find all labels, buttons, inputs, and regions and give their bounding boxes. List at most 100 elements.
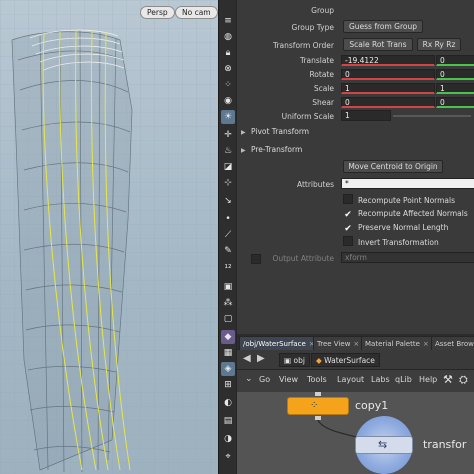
tab-material-palette[interactable]: Material Palette × <box>361 336 433 350</box>
back-arrow-icon[interactable]: ◀ <box>243 353 251 364</box>
folder-expand-icon: ▶ <box>241 147 246 154</box>
group-type-menu[interactable]: Guess from Group <box>343 20 423 33</box>
close-icon[interactable]: × <box>353 340 359 348</box>
shear-label: Shear <box>312 98 334 107</box>
tab-asset-browser[interactable]: Asset Brow <box>431 336 474 350</box>
translate-y-field[interactable]: 0 <box>436 55 474 66</box>
checkbox[interactable] <box>343 236 353 246</box>
shelf-handle-icon[interactable]: ≡ <box>221 14 235 28</box>
scale-x-field[interactable]: 1 <box>341 83 435 94</box>
eye-icon[interactable]: ◆ <box>221 330 235 344</box>
arrow-icon[interactable]: ↘ <box>221 194 235 208</box>
shaded-icon[interactable]: ◈ <box>221 362 235 376</box>
mask-icon[interactable]: ◪ <box>221 160 235 174</box>
rotate-x-field[interactable]: 0 <box>341 69 435 80</box>
scale-y-field[interactable]: 1 <box>436 83 474 94</box>
preserve-normal-length-toggle[interactable]: ✔ Preserve Normal Length <box>343 222 448 234</box>
display-icon[interactable]: ▢ <box>221 312 235 326</box>
forward-arrow-icon[interactable]: ▶ <box>257 353 265 364</box>
network-canvas[interactable]: ⁘ copy1 ⇆ transfor <box>237 392 474 474</box>
chevron-down-icon[interactable]: ⌄ <box>245 374 253 384</box>
lock-icon[interactable]: 🔒︎ <box>221 46 235 60</box>
checkbox-label: Preserve Normal Length <box>358 223 449 232</box>
attributes-field[interactable]: * <box>341 178 474 189</box>
node-input-connector[interactable] <box>315 392 321 396</box>
lamp-icon[interactable]: ◐ <box>221 396 235 410</box>
persp-button[interactable]: Persp <box>140 6 175 19</box>
menu-help[interactable]: Help <box>419 375 437 384</box>
cursor-icon[interactable]: ✛ <box>221 128 235 142</box>
transform-order-menu[interactable]: Scale Rot Trans <box>343 38 413 51</box>
sphere-icon[interactable]: ◍ <box>221 30 235 44</box>
tools-icon[interactable]: ⚒ <box>443 373 453 386</box>
tab-label: Tree View <box>317 340 351 348</box>
brush-icon[interactable]: ✎ <box>221 244 235 258</box>
menu-view[interactable]: View <box>279 375 298 384</box>
camera-button[interactable]: No cam <box>175 6 218 19</box>
wireframe-icon[interactable]: ▦ <box>221 346 235 360</box>
recompute-affected-normals-toggle[interactable]: ✔ Recompute Affected Normals <box>343 208 468 220</box>
move-centroid-button[interactable]: Move Centroid to Origin <box>343 160 443 173</box>
network-menu-bar: ⌄ Go View Tools Layout Labs qLib Help ⚒ … <box>237 370 474 392</box>
output-attribute-toggle[interactable] <box>251 254 261 264</box>
translate-label: Translate <box>299 56 334 65</box>
checkbox[interactable] <box>343 194 353 204</box>
close-circle-icon[interactable]: ⊗ <box>221 62 235 76</box>
shear-y-field[interactable]: 0 <box>436 97 474 108</box>
pivot-icon[interactable]: ⊹ <box>221 176 235 190</box>
dots-icon[interactable]: ⁘ <box>221 78 235 92</box>
uniform-scale-slider[interactable] <box>393 115 471 117</box>
menu-labs[interactable]: Labs <box>371 375 390 384</box>
tab-label: /obj/WaterSurface <box>243 340 306 348</box>
path-root-label: obj <box>293 356 305 365</box>
number-icon[interactable]: ¹² <box>221 262 235 276</box>
output-attribute-field[interactable]: xform <box>341 252 474 263</box>
camera-icon[interactable]: ▣ <box>221 280 235 294</box>
transform-node-label: transfor <box>423 438 467 451</box>
menu-layout[interactable]: Layout <box>337 375 364 384</box>
menu-qlib[interactable]: qLib <box>395 375 412 384</box>
viewport-scene <box>0 0 218 474</box>
uniform-scale-field[interactable]: 1 <box>341 110 391 121</box>
invert-transformation-toggle[interactable]: Invert Transformation <box>343 236 439 248</box>
spray-icon[interactable]: ⁂ <box>221 296 235 310</box>
checkmark-icon[interactable]: ✔ <box>343 210 353 220</box>
point-icon[interactable]: • <box>221 212 235 226</box>
circle-icon[interactable]: ◉ <box>221 94 235 108</box>
palette-icon[interactable]: ◑ <box>221 432 235 446</box>
path-bar: ◀ ▶ ▣ obj ◆ WaterSurface <box>237 350 474 370</box>
path-root-chip[interactable]: ▣ obj <box>279 353 310 367</box>
snap-icon[interactable]: ⌖ <box>221 450 235 464</box>
tab-label: Asset Brow <box>435 340 474 348</box>
uniform-scale-label: Uniform Scale <box>281 112 334 121</box>
close-icon[interactable]: × <box>423 340 429 348</box>
translate-x-field[interactable]: -19.4122 <box>341 55 435 66</box>
menu-go[interactable]: Go <box>259 375 270 384</box>
pane-tabs: /obj/WaterSurface × Tree View × Material P… <box>237 334 474 350</box>
path-node-chip[interactable]: ◆ WaterSurface <box>311 353 380 367</box>
rotate-y-field[interactable]: 0 <box>436 69 474 80</box>
copy1-node[interactable]: ⁘ <box>287 397 349 415</box>
rotate-label: Rotate <box>309 70 334 79</box>
image-icon[interactable]: ▤ <box>221 414 235 428</box>
menu-tools[interactable]: Tools <box>307 375 327 384</box>
shear-x-field[interactable]: 0 <box>341 97 435 108</box>
tab-network[interactable]: /obj/WaterSurface × <box>239 336 319 350</box>
pivot-transform-folder[interactable]: ▶ Pivot Transform <box>241 125 309 139</box>
path-node-label: WaterSurface <box>324 356 375 365</box>
checkmark-icon[interactable]: ✔ <box>343 224 353 234</box>
grid-icon[interactable]: ⊞ <box>221 378 235 392</box>
transform-node[interactable]: ⇆ <box>355 436 413 454</box>
checkbox-label: Recompute Affected Normals <box>358 209 468 218</box>
pre-transform-folder[interactable]: ▶ Pre-Transform <box>241 143 302 157</box>
node-output-connector[interactable] <box>315 416 321 420</box>
scene-viewport[interactable]: Persp No cam <box>0 0 218 474</box>
rotation-order-menu[interactable]: Rx Ry Rz <box>417 38 461 51</box>
edge-icon[interactable]: ⟋ <box>221 228 235 242</box>
flame-icon[interactable]: ♨ <box>221 144 235 158</box>
recompute-point-normals-toggle[interactable]: Recompute Point Normals <box>343 194 455 206</box>
tab-tree-view[interactable]: Tree View × <box>313 336 364 350</box>
group-label: Group <box>311 6 334 15</box>
settings-icon[interactable]: ⛭ <box>459 373 468 387</box>
bulb-icon[interactable]: ☀ <box>221 110 235 124</box>
